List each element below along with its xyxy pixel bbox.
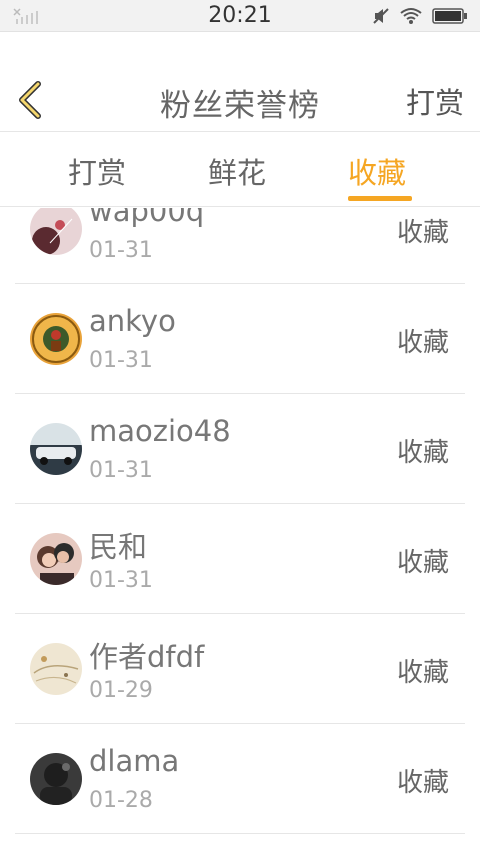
favorite-label: 收藏: [396, 658, 449, 688]
favorite-label: 收藏: [396, 438, 449, 468]
favorite-label: 收藏: [396, 328, 449, 358]
tab-reward[interactable]: 打赏: [68, 150, 126, 192]
fan-name: 作者dfdf: [89, 640, 205, 674]
fan-date: 01-29: [89, 678, 153, 703]
list-item[interactable]: 民和 01-31 收藏: [15, 504, 465, 614]
tab-bar: 打赏 鲜花 收藏: [0, 132, 480, 207]
avatar: [30, 313, 82, 365]
favorite-label: 收藏: [396, 768, 449, 798]
favorite-label: 收藏: [396, 548, 449, 578]
fan-name: 民和: [89, 530, 148, 564]
fan-list-viewport[interactable]: wap00q 01-31 收藏 ankyo 01-31 收藏 maozio48 …: [0, 208, 480, 854]
fan-name: maozio48: [89, 414, 231, 448]
mute-icon: [373, 8, 389, 24]
list-item[interactable]: ankyo 01-31 收藏: [15, 284, 465, 394]
list-item[interactable]: maozio48 01-31 收藏: [15, 394, 465, 504]
avatar: [30, 533, 82, 585]
list-item[interactable]: dlama 01-28 收藏: [15, 724, 465, 834]
avatar: [30, 423, 82, 475]
tab-flowers[interactable]: 鲜花: [208, 150, 266, 192]
reward-button[interactable]: 打赏: [406, 80, 464, 122]
fan-name: ankyo: [89, 304, 176, 338]
wifi-icon: [400, 8, 422, 24]
fan-name: dlama: [89, 744, 180, 778]
tab-favorites[interactable]: 收藏: [348, 150, 406, 192]
status-bar: 20:21: [0, 0, 480, 32]
fan-date: 01-28: [89, 788, 153, 813]
fan-date: 01-31: [89, 348, 153, 373]
active-tab-indicator: [348, 196, 412, 201]
favorite-label: 收藏: [396, 218, 449, 248]
avatar: [30, 753, 82, 805]
fan-list: wap00q 01-31 收藏 ankyo 01-31 收藏 maozio48 …: [0, 208, 480, 834]
app-header: 粉丝荣誉榜 打赏: [0, 32, 480, 132]
list-item[interactable]: wap00q 01-31 收藏: [15, 208, 465, 284]
list-item[interactable]: 作者dfdf 01-29 收藏: [15, 614, 465, 724]
fan-name: wap00q: [89, 208, 205, 228]
fan-date: 01-31: [89, 458, 153, 483]
fan-date: 01-31: [89, 568, 153, 593]
avatar: [30, 643, 82, 695]
battery-icon: [432, 8, 467, 24]
fan-date: 01-31: [89, 238, 153, 263]
avatar: [30, 208, 82, 255]
